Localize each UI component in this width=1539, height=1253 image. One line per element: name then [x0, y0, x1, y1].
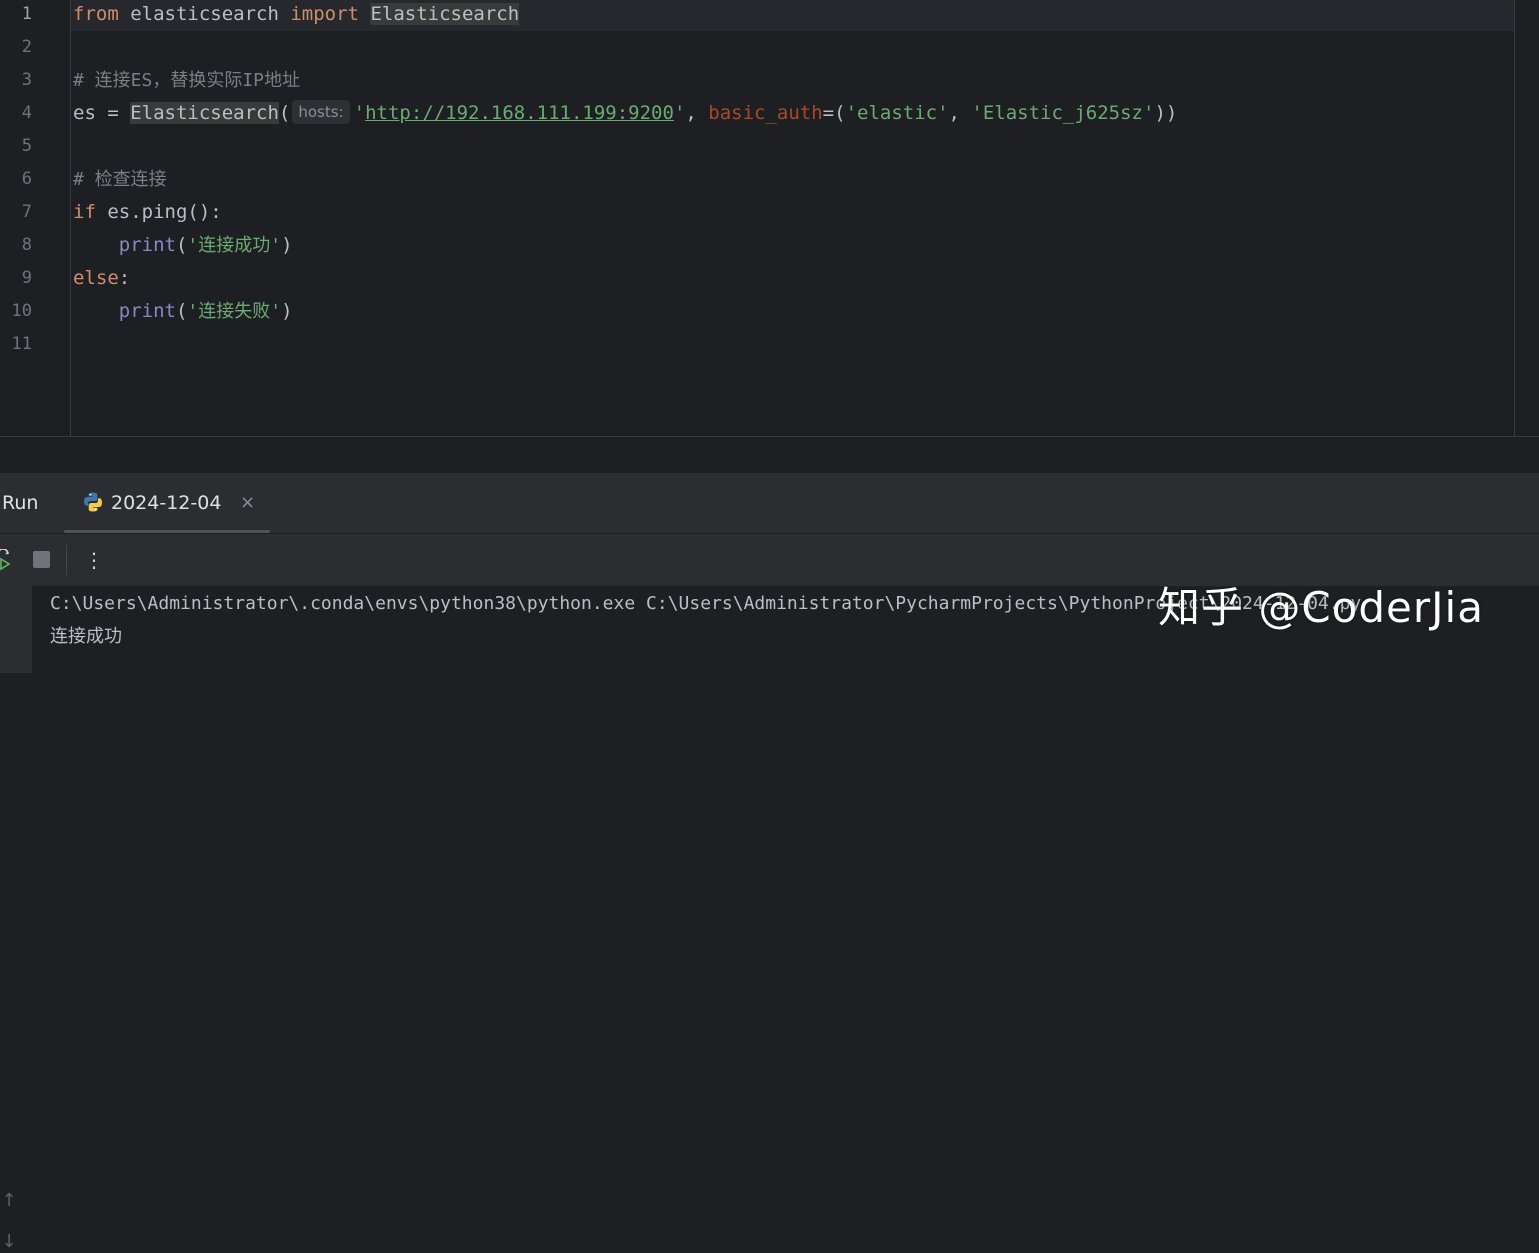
line-number: 6	[21, 169, 32, 189]
run-toolbar	[0, 534, 1539, 586]
condition: es.ping():	[95, 201, 222, 223]
module-name: elasticsearch	[118, 3, 291, 25]
code-line-10[interactable]: print('连接失败')	[73, 295, 293, 328]
comma: ,	[948, 102, 972, 124]
equals-paren: =(	[822, 102, 846, 124]
line-number: 7	[21, 202, 32, 222]
string-literal: 'elastic'	[845, 102, 949, 124]
line-number: 3	[21, 70, 32, 90]
python-icon	[84, 492, 102, 512]
code-line-8[interactable]: print('连接成功')	[73, 229, 293, 262]
code-line-1[interactable]: from elasticsearch import Elasticsearch	[73, 0, 520, 31]
paren-close: )	[281, 300, 293, 322]
builtin-print: print	[118, 300, 176, 322]
assignment: es =	[73, 102, 131, 124]
line-number: 9	[21, 268, 32, 288]
close-icon[interactable]: ×	[240, 473, 255, 533]
code-line-4[interactable]: es = Elasticsearch(hosts:'http://192.168…	[73, 97, 1177, 130]
line-number: 5	[21, 136, 32, 156]
keyword-else: else	[73, 267, 119, 289]
comment: # 连接ES，替换实际IP地址	[73, 70, 301, 91]
comment: # 检查连接	[73, 169, 167, 190]
line-number-gutter: 1 2 3 4 5 6 7 8 9 10 11	[0, 0, 71, 436]
code-editor[interactable]: 1 2 3 4 5 6 7 8 9 10 11 from elasticsear…	[0, 0, 1539, 437]
string-literal: '连接成功'	[187, 235, 282, 256]
paren-open: (	[175, 300, 188, 322]
string-literal: '连接失败'	[187, 301, 282, 322]
colon: :	[118, 267, 131, 289]
kwarg-name: basic_auth	[708, 102, 823, 124]
builtin-print: print	[118, 234, 176, 256]
active-tab-indicator	[64, 530, 270, 533]
stop-icon[interactable]	[33, 551, 50, 568]
scroll-up-icon[interactable]: ↑	[0, 1190, 18, 1212]
keyword-from: from	[73, 3, 119, 25]
string-literal: 'Elastic_j625sz'	[971, 102, 1155, 124]
scroll-down-icon[interactable]: ↓	[0, 1231, 18, 1253]
code-line-3[interactable]: # 连接ES，替换实际IP地址	[73, 64, 300, 97]
code-line-7[interactable]: if es.ping():	[73, 196, 222, 229]
line-number: 4	[21, 103, 32, 123]
line-number: 8	[21, 235, 32, 255]
keyword-if: if	[73, 201, 96, 223]
line-number: 2	[21, 37, 32, 57]
code-line-6[interactable]: # 检查连接	[73, 163, 167, 196]
right-margin-guide	[1514, 0, 1515, 436]
quote: '	[353, 102, 366, 124]
tab-run-configuration[interactable]: 2024-12-04 ×	[64, 473, 270, 533]
parameter-hint: hosts:	[292, 100, 350, 124]
url-link[interactable]: http://192.168.111.199:9200	[365, 102, 674, 124]
toolbar-divider	[66, 545, 67, 575]
run-tool-window-header: Run 2024-12-04 ×	[0, 473, 1539, 534]
console-gutter: ↑ ↓	[0, 586, 32, 1252]
paren-close: )	[281, 234, 293, 256]
paren-close: ))	[1154, 102, 1178, 124]
watermark: 知乎 @CoderJia	[1158, 583, 1484, 632]
line-number: 1	[21, 4, 32, 24]
comma: ,	[685, 102, 709, 124]
run-tab-label: 2024-12-04	[111, 492, 222, 514]
quote: '	[673, 102, 686, 124]
paren-open: (	[175, 234, 188, 256]
code-line-9[interactable]: else:	[73, 262, 130, 295]
line-number: 10	[11, 301, 32, 321]
line-number: 11	[11, 334, 32, 354]
more-options-icon[interactable]: ⋮	[84, 544, 104, 576]
run-panel-title: Run	[2, 492, 39, 514]
panel-separator	[0, 437, 1539, 473]
class-name-highlighted: Elasticsearch	[130, 102, 279, 124]
paren-open: (	[278, 102, 291, 124]
console-output-line: 连接成功	[50, 626, 122, 647]
class-name-highlighted: Elasticsearch	[370, 3, 520, 25]
rerun-icon[interactable]	[0, 549, 14, 571]
keyword-import: import	[290, 3, 359, 25]
